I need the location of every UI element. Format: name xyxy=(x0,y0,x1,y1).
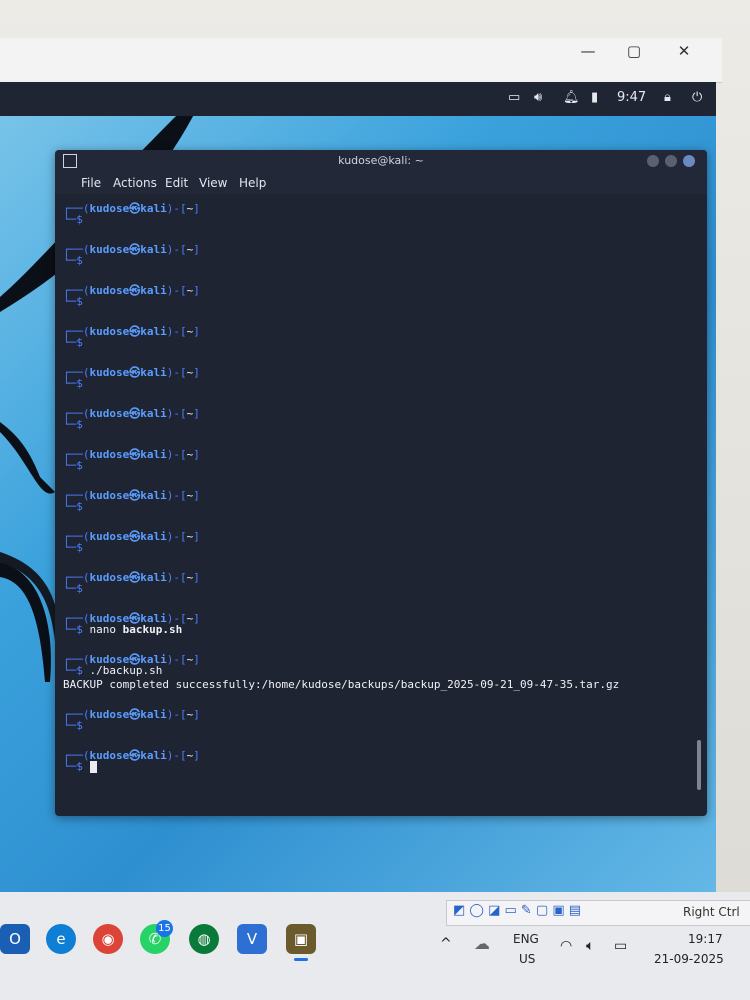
wifi-icon[interactable]: ◠ xyxy=(560,938,572,954)
prompt-input-line: └─$ xyxy=(63,377,83,390)
command-line: └─$ ./backup.sh xyxy=(63,664,163,677)
vm-close-button[interactable]: ✕ xyxy=(664,38,704,64)
terminal-app-icon[interactable]: ▣ xyxy=(286,924,316,954)
prompt-input-line: └─$ xyxy=(63,459,83,472)
edge-icon[interactable]: e xyxy=(46,924,76,954)
notification-bell-icon[interactable]: 🔔︎ xyxy=(563,90,580,105)
active-app-indicator xyxy=(294,958,308,961)
prompt-input-line: └─$ xyxy=(63,213,83,226)
terminal-output[interactable]: ┌──(kudose㉿kali)-[~] └─$ ┌──(kudose㉿kali)… xyxy=(63,200,693,810)
taskbar-clock-date[interactable]: 21-09-2025 xyxy=(654,952,724,966)
terminal-titlebar[interactable]: kudose@kali: ~ xyxy=(55,150,707,172)
terminal-window[interactable]: kudose@kali: ~ File Actions Edit View He… xyxy=(55,150,707,816)
prompt-input-line: └─$ xyxy=(63,760,97,773)
terminal-minimize-button[interactable] xyxy=(647,155,659,167)
prompt-input-line: └─$ xyxy=(63,541,83,554)
prompt-input-line: └─$ xyxy=(63,295,83,308)
vm-status-icons: ◩ ◯ ◪ ▭ ✎ ▢ ▣ ▤ Right Ctrl xyxy=(446,900,750,926)
terminal-app-icon xyxy=(63,154,77,168)
prompt-input-line: └─$ xyxy=(63,254,83,267)
prompt-input-line: └─$ xyxy=(63,336,83,349)
vm-maximize-button[interactable]: ▢ xyxy=(614,38,654,64)
power-icon[interactable]: ⏻ xyxy=(692,90,702,105)
language-line1[interactable]: ENG xyxy=(513,932,539,946)
prompt-input-line: └─$ xyxy=(63,500,83,513)
chevron-up-icon[interactable]: ^ xyxy=(440,936,452,952)
cloud-icon[interactable]: ☁ xyxy=(474,934,490,953)
terminal-close-button[interactable] xyxy=(683,155,695,167)
command-line: └─$ nano backup.sh xyxy=(63,623,183,636)
kali-desktop: ▭ 🔊︎ 🔔︎ ▮ 9:47 🔒︎ ⏻ kudose@kali: ~ File … xyxy=(0,82,716,892)
outlook-icon[interactable]: O xyxy=(0,924,30,954)
kali-top-panel: ▭ 🔊︎ 🔔︎ ▮ 9:47 🔒︎ ⏻ xyxy=(0,82,716,116)
app-icon[interactable]: ◍ xyxy=(189,924,219,954)
chrome-icon[interactable]: ◉ xyxy=(93,924,123,954)
speaker-icon[interactable]: 🔈︎ xyxy=(586,938,594,954)
battery-icon[interactable]: ▭ xyxy=(614,938,627,954)
whatsapp-badge: 15 xyxy=(156,920,173,937)
right-ctrl-label: Right Ctrl xyxy=(683,905,740,919)
language-line2[interactable]: US xyxy=(519,952,535,966)
prompt-input-line: └─$ xyxy=(63,418,83,431)
terminal-scrollbar[interactable] xyxy=(697,740,701,790)
display-icon[interactable]: ▭ xyxy=(508,90,520,105)
terminal-maximize-button[interactable] xyxy=(665,155,677,167)
volume-icon[interactable]: 🔊︎ xyxy=(534,90,542,105)
taskbar-clock-time[interactable]: 19:17 xyxy=(688,932,723,946)
lock-icon[interactable]: 🔒︎ xyxy=(664,90,671,105)
vmware-icon[interactable]: V xyxy=(237,924,267,954)
prompt-input-line: └─$ xyxy=(63,719,83,732)
menu-help[interactable]: Help xyxy=(239,176,266,190)
prompt-input-line: └─$ xyxy=(63,582,83,595)
windows-taskbar: ◩ ◯ ◪ ▭ ✎ ▢ ▣ ▤ Right Ctrl O e ◉ ✆ 15 ◍ … xyxy=(0,892,750,1000)
terminal-title: kudose@kali: ~ xyxy=(338,154,424,167)
vm-minimize-button[interactable]: — xyxy=(568,38,608,64)
menu-file[interactable]: File xyxy=(81,176,101,190)
terminal-menubar: File Actions Edit View Help xyxy=(55,172,707,194)
menu-view[interactable]: View xyxy=(199,176,227,190)
menu-edit[interactable]: Edit xyxy=(165,176,188,190)
vm-device-icons[interactable]: ◩ ◯ ◪ ▭ ✎ ▢ ▣ ▤ xyxy=(453,903,581,918)
panel-clock[interactable]: 9:47 xyxy=(617,90,646,105)
vm-window-titlebar: — ▢ ✕ xyxy=(0,38,722,83)
command-output: BACKUP completed successfully:/home/kudo… xyxy=(63,678,620,691)
menu-actions[interactable]: Actions xyxy=(113,176,157,190)
battery-icon[interactable]: ▮ xyxy=(591,90,598,105)
